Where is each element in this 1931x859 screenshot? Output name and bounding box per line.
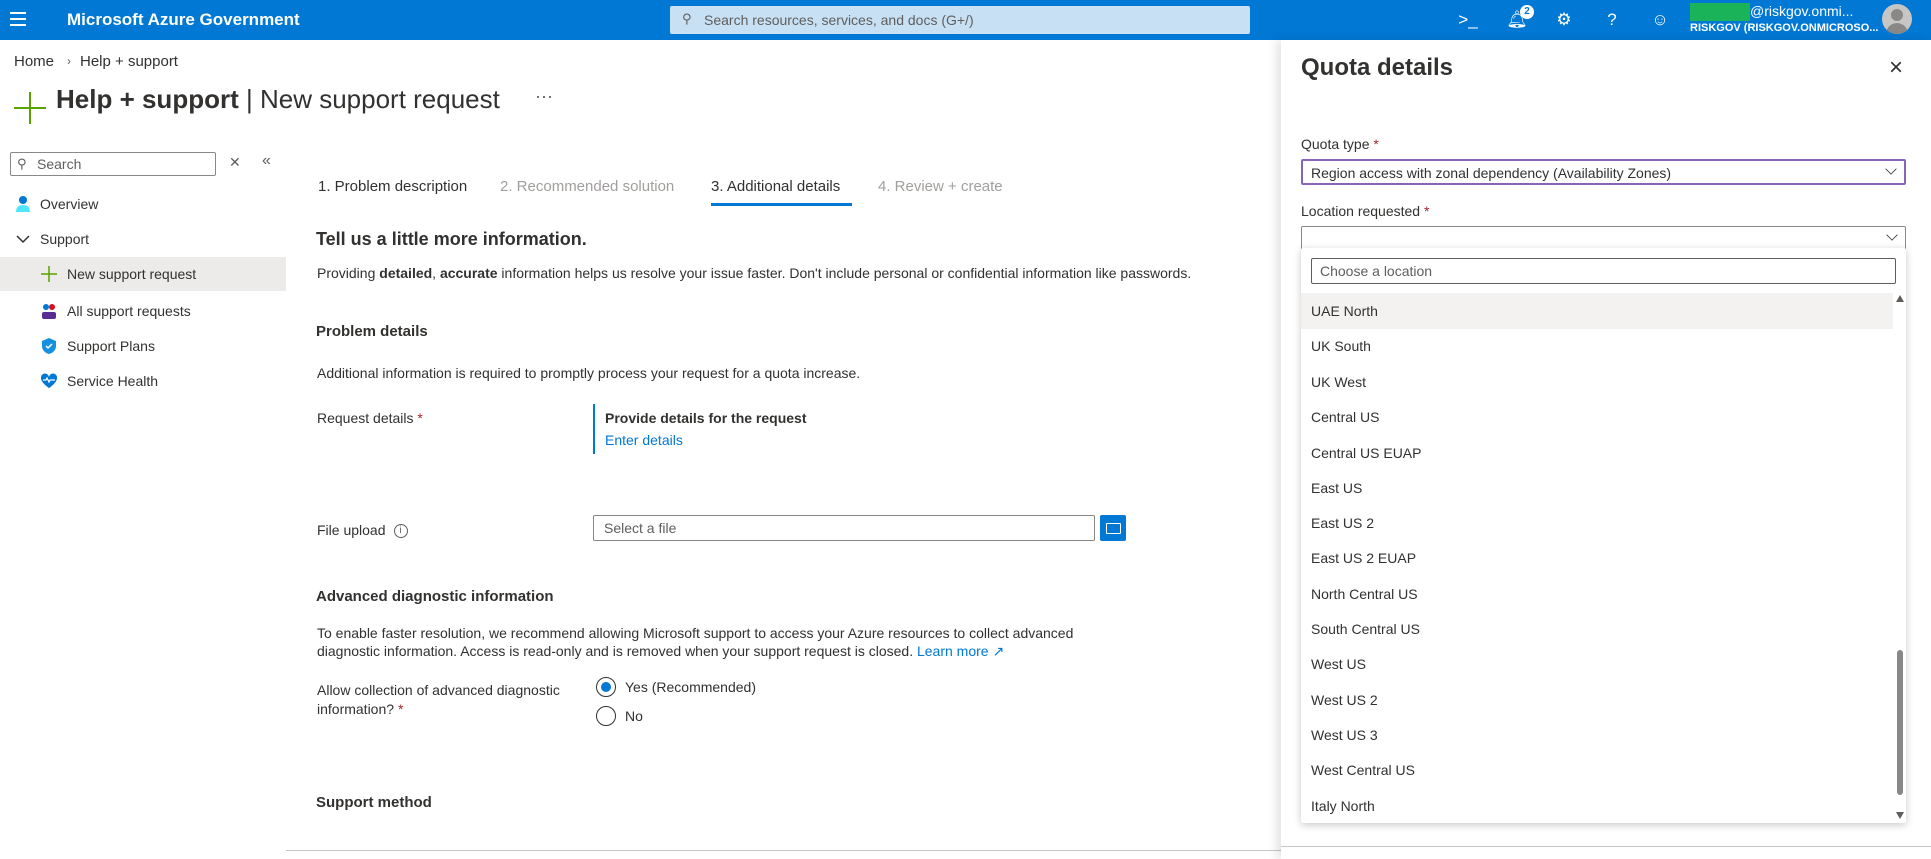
allow-collection-label-2: information? * <box>317 701 404 717</box>
sidebar-search-input[interactable]: ⚲ Search <box>10 152 216 176</box>
form-heading: Tell us a little more information. <box>316 229 587 249</box>
request-details-accent <box>593 404 595 454</box>
location-option[interactable]: Central US EUAP <box>1301 435 1893 471</box>
browse-folder-button[interactable] <box>1100 515 1126 541</box>
allow-collection-label-1: Allow collection of advanced diagnostic <box>317 682 560 698</box>
location-option[interactable]: South Central US <box>1301 611 1893 647</box>
chevron-down-icon <box>1886 229 1898 241</box>
close-icon[interactable]: × <box>1884 56 1908 80</box>
page-title: Help + support | New support request <box>56 84 500 114</box>
learn-more-link[interactable]: Learn more <box>917 643 989 659</box>
avatar[interactable] <box>1882 4 1912 34</box>
external-link-icon: ↗ <box>988 643 1005 659</box>
file-upload-input[interactable]: Select a file <box>593 515 1095 541</box>
search-icon: ⚲ <box>17 156 27 171</box>
location-requested-label: Location requested * <box>1301 203 1430 219</box>
person-icon <box>16 196 30 212</box>
request-details-title: Provide details for the request <box>605 410 807 426</box>
divider <box>286 850 1281 851</box>
radio-no[interactable] <box>596 706 616 726</box>
active-step-indicator <box>711 203 852 206</box>
scrollbar-thumb[interactable] <box>1897 650 1903 795</box>
sidebar-item-overview[interactable]: Overview <box>0 187 286 221</box>
clear-filter-icon[interactable]: ✕ <box>229 154 241 171</box>
problem-details-text: Additional information is required to pr… <box>317 365 861 381</box>
support-requests-icon <box>42 304 56 319</box>
advanced-diagnostic-heading: Advanced diagnostic information <box>316 588 554 605</box>
top-bar: Microsoft Azure Government ⚲ Search reso… <box>0 0 1931 40</box>
location-option[interactable]: UAE North <box>1301 293 1893 329</box>
plus-icon <box>14 92 46 124</box>
advanced-diagnostic-text-2: diagnostic information. Access is read-o… <box>317 643 1005 659</box>
notifications-badge: 2 <box>1520 5 1534 19</box>
search-icon: ⚲ <box>682 11 692 26</box>
location-option[interactable]: Italy North <box>1301 788 1893 824</box>
location-option[interactable]: Central US <box>1301 399 1893 435</box>
radio-yes[interactable] <box>596 677 616 697</box>
more-options-button[interactable]: ··· <box>535 86 553 107</box>
portal-brand[interactable]: Microsoft Azure Government <box>67 10 300 30</box>
global-search-input[interactable]: ⚲ Search resources, services, and docs (… <box>670 6 1250 34</box>
info-icon[interactable]: i <box>393 524 408 539</box>
location-filter-input[interactable]: Choose a location <box>1311 258 1896 284</box>
panel-title: Quota details <box>1301 54 1454 81</box>
location-option[interactable]: West US 2 <box>1301 682 1893 718</box>
location-option[interactable]: North Central US <box>1301 576 1893 612</box>
quota-type-value: Region access with zonal dependency (Ava… <box>1311 165 1672 181</box>
step-recommended-solution: 2. Recommended solution <box>500 178 675 195</box>
advanced-diagnostic-text-1: To enable faster resolution, we recommen… <box>317 625 1074 641</box>
problem-details-heading: Problem details <box>316 323 428 340</box>
location-option[interactable]: East US 2 <box>1301 505 1893 541</box>
file-upload-label: File upload i <box>317 522 408 539</box>
location-option[interactable]: UK West <box>1301 364 1893 400</box>
location-option[interactable]: UK South <box>1301 328 1893 364</box>
quota-details-panel: Quota details × Quota type * Region acce… <box>1281 40 1931 859</box>
location-listbox: Choose a location UAE North UK South UK … <box>1301 248 1906 823</box>
chevron-down-icon <box>16 235 30 244</box>
feedback-icon[interactable]: ☺︎ <box>1648 8 1672 32</box>
scroll-up-icon[interactable] <box>1896 295 1904 302</box>
breadcrumb-chevron-icon: › <box>67 54 71 68</box>
step-additional-details[interactable]: 3. Additional details <box>711 178 840 195</box>
panel-footer-divider <box>1281 846 1931 847</box>
location-option[interactable]: West US <box>1301 646 1893 682</box>
cloud-shell-icon[interactable]: >_ <box>1456 8 1480 32</box>
form-intro: Providing detailed, accurate information… <box>317 265 1192 281</box>
step-review-create: 4. Review + create <box>878 178 1003 195</box>
location-option[interactable]: West US 3 <box>1301 717 1893 753</box>
sidebar-item-support-plans[interactable]: Support Plans <box>0 329 286 363</box>
sidebar-item-service-health[interactable]: Service Health <box>0 364 286 398</box>
scroll-down-icon[interactable] <box>1896 812 1904 819</box>
location-option[interactable]: East US 2 EUAP <box>1301 540 1893 576</box>
help-icon[interactable]: ? <box>1600 8 1624 32</box>
hamburger-menu-icon[interactable] <box>10 12 26 26</box>
enter-details-link[interactable]: Enter details <box>605 432 683 448</box>
settings-gear-icon[interactable]: ⚙︎ <box>1552 8 1576 32</box>
user-tenant[interactable]: RISKGOV (RISKGOV.ONMICROSO... <box>1690 22 1878 34</box>
breadcrumb-home[interactable]: Home <box>14 53 54 70</box>
support-method-heading: Support method <box>316 794 432 811</box>
quota-type-dropdown[interactable]: Region access with zonal dependency (Ava… <box>1301 159 1906 185</box>
request-details-label: Request details * <box>317 410 423 426</box>
quota-type-label: Quota type * <box>1301 136 1379 152</box>
sidebar-item-all-support-requests[interactable]: All support requests <box>0 294 286 328</box>
sidebar-item-new-support-request[interactable]: New support request <box>0 257 286 291</box>
radio-no-label[interactable]: No <box>625 708 643 724</box>
notifications-bell-icon[interactable]: 🔔︎ 2 <box>1505 5 1534 32</box>
radio-yes-label[interactable]: Yes (Recommended) <box>625 679 756 695</box>
location-option[interactable]: West Central US <box>1301 752 1893 788</box>
plus-icon <box>41 266 57 282</box>
search-placeholder: Search resources, services, and docs (G+… <box>704 12 974 28</box>
shield-icon <box>42 338 56 354</box>
sidebar-item-support[interactable]: Support <box>0 222 286 256</box>
user-email[interactable]: @riskgov.onmi... <box>1750 3 1853 19</box>
chevron-down-icon <box>1885 163 1897 175</box>
step-problem-description[interactable]: 1. Problem description <box>318 178 467 195</box>
breadcrumb-help-support[interactable]: Help + support <box>80 53 178 70</box>
heart-pulse-icon <box>40 373 58 388</box>
location-option[interactable]: East US <box>1301 470 1893 506</box>
redacted-username <box>1690 3 1750 21</box>
collapse-sidebar-icon[interactable]: « <box>262 152 271 170</box>
